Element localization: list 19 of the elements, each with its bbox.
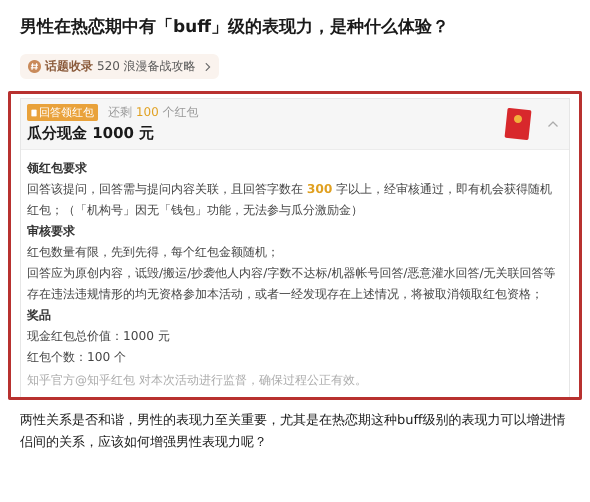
rule-text: 回答该提问，回答需与提问内容关联，且回答字数在 300 字以上，经审核通过，即有机会获得随机红包；（「机构号」因无「钱包」功能，无法参与瓜分激励金） (27, 181, 554, 219)
section-heading: 审核要求 (27, 223, 76, 240)
badge: 回答领红包 (27, 104, 98, 121)
chevron-right-icon (204, 62, 211, 72)
remaining-count: 还剩 100 个红包 (108, 104, 199, 121)
rule-text: 红包数量有限，先到先得，每个红包金额随机； (27, 244, 280, 261)
rule-text: 现金红包总价值：1000 元 (27, 328, 171, 345)
topic-chip[interactable]: 话题收录 520 浪漫备战攻略 (20, 54, 219, 79)
question-description: 两性关系是否和谐，男性的表现力至关重要，尤其是在热恋期这种buff级别的表现力可以增进情侣间的关系，应该如何增强男性表现力呢？ (20, 412, 566, 452)
collapse-button[interactable] (547, 120, 559, 128)
section-heading: 奖品 (27, 307, 52, 324)
prize-headline: 瓜分现金 1000 元 (27, 124, 156, 143)
envelope-icon (503, 106, 533, 140)
supervision-note: 知乎官方@知乎红包 对本次活动进行监督，确保过程公正有效。 (27, 372, 368, 389)
hash-icon (28, 60, 41, 73)
question-title: 男性在热恋期中有「buff」级的表现力，是种什么体验？ (20, 16, 450, 39)
rule-text: 红包个数：100 个 (27, 349, 128, 366)
rule-text: 回答应为原创内容，诋毁/搬运/抄袭他人内容/字数不达标/机器帐号回答/恶意灌水回答/无关联回答等存在违法违规情形的均无资格参加本活动，或者一经发现存在上述情况，将被取消领取红包资格； (27, 265, 557, 303)
section-heading: 领红包要求 (27, 160, 88, 177)
